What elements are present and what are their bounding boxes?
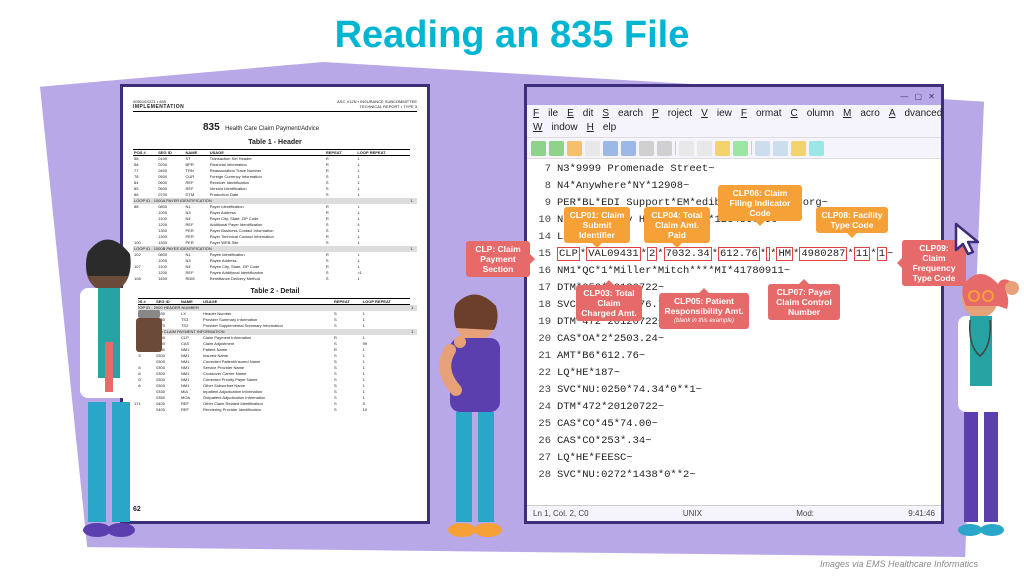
callout-clp: CLP: Claim Payment Section	[466, 241, 530, 277]
status-time: 9:41:46	[908, 509, 935, 518]
menu-format[interactable]: Format	[741, 108, 782, 119]
callout-clp07: CLP07: Payer Claim Control Number	[768, 284, 840, 320]
callout-clp01: CLP01: Claim Submit Identifier	[564, 207, 630, 243]
status-pos: Ln 1, Col. 2, C0	[533, 509, 589, 518]
editor-line[interactable]: 23SVC*NU:0250*74.34*0**1~	[531, 382, 941, 399]
table2-label: Table 2 - Detail	[133, 288, 417, 295]
editor-line[interactable]: 16NM1*QC*1*Miller*Mitch****MI*41780911~	[531, 263, 941, 280]
status-type: UNIX	[683, 509, 702, 518]
close-icon[interactable]: ✕	[928, 92, 935, 101]
menu-edit[interactable]: Edit	[567, 108, 593, 119]
person-center	[420, 290, 530, 550]
list2-icon[interactable]	[697, 141, 712, 156]
editor-line[interactable]: 20CAS*OA*2*2503.24~	[531, 331, 941, 348]
back-icon[interactable]	[531, 141, 546, 156]
editor-line[interactable]: 7N3*9999 Promenade Street~	[531, 161, 941, 178]
callout-clp06: CLP06: Claim Filing Indicator Code	[718, 185, 802, 221]
preview-icon[interactable]	[657, 141, 672, 156]
doc-code: 835	[203, 122, 220, 133]
person-doctor-left	[58, 232, 168, 542]
status-mod: Mod:	[796, 509, 814, 518]
toolbar[interactable]	[527, 137, 941, 159]
editor-line[interactable]: 27LQ*HE*FEESC~	[531, 450, 941, 467]
link-icon[interactable]	[733, 141, 748, 156]
callout-clp03: CLP03: Total Claim Charged Amt.	[576, 285, 642, 321]
person-doctor-right	[940, 270, 1024, 550]
menu-column[interactable]: Column	[791, 108, 834, 119]
menu-macro[interactable]: Macro	[843, 108, 880, 119]
editor-line[interactable]: 28SVC*NU:0272*1438*0**2~	[531, 467, 941, 484]
print-icon[interactable]	[639, 141, 654, 156]
editor-line[interactable]: 22LQ*HE*187~	[531, 365, 941, 382]
table1: POS #SEG IDNAMEUSAGEREPEATLOOP REPEAT 58…	[133, 149, 417, 282]
save-icon[interactable]	[603, 141, 618, 156]
folder-icon[interactable]	[567, 141, 582, 156]
callout-clp05: CLP05: Patient Responsibility Amt.(blank…	[659, 293, 749, 329]
page-title: Reading an 835 File	[0, 14, 1024, 57]
menu-search[interactable]: Search	[602, 108, 643, 119]
menu-bar[interactable]: File Edit Search Project View Format Column Mac…	[527, 105, 941, 137]
save-all-icon[interactable]	[621, 141, 636, 156]
table2: POS #SEG IDNAMEUSAGEREPEATLOOP REPEAT LO…	[133, 298, 417, 413]
doc-header-right2: TECHNICAL REPORT • TYPE 3	[360, 104, 418, 109]
new-icon[interactable]	[585, 141, 600, 156]
doc-subtitle: Health Care Claim Payment/Advice	[225, 126, 319, 132]
window-titlebar[interactable]: — ▢ ✕	[527, 87, 941, 105]
forward-icon[interactable]	[549, 141, 564, 156]
editor-line[interactable]: 25CAS*CO*45*74.00~	[531, 416, 941, 433]
refresh-icon[interactable]	[809, 141, 824, 156]
menu-project[interactable]: Project	[652, 108, 692, 119]
menu-help[interactable]: Help	[587, 122, 617, 133]
maximize-icon[interactable]: ▢	[915, 92, 923, 101]
minimize-icon[interactable]: —	[900, 92, 908, 101]
menu-window[interactable]: Window	[533, 122, 578, 133]
editor-line[interactable]: 26CAS*CO*253*.34~	[531, 433, 941, 450]
cursor-icon	[952, 222, 988, 258]
table1-label: Table 1 - Header	[133, 139, 417, 146]
status-bar: Ln 1, Col. 2, C0 UNIX Mod: 9:41:46	[527, 505, 941, 521]
list-icon[interactable]	[679, 141, 694, 156]
menu-file[interactable]: File	[533, 108, 558, 119]
editor-line[interactable]: 24DTM*472*20120722~	[531, 399, 941, 416]
copy-icon[interactable]	[755, 141, 770, 156]
menu-view[interactable]: View	[701, 108, 732, 119]
image-credit: Images via EMS Healthcare Informatics	[820, 559, 978, 569]
highlight-icon[interactable]	[791, 141, 806, 156]
editor-line[interactable]: 21AMT*B6*612.76~	[531, 348, 941, 365]
callout-clp08: CLP08: Facility Type Code	[816, 207, 888, 233]
callout-clp04: CLP04: Total Claim Amt. Paid	[644, 207, 710, 243]
sort-icon[interactable]	[715, 141, 730, 156]
menu-advanced[interactable]: Advanced	[889, 108, 942, 119]
paste-icon[interactable]	[773, 141, 788, 156]
